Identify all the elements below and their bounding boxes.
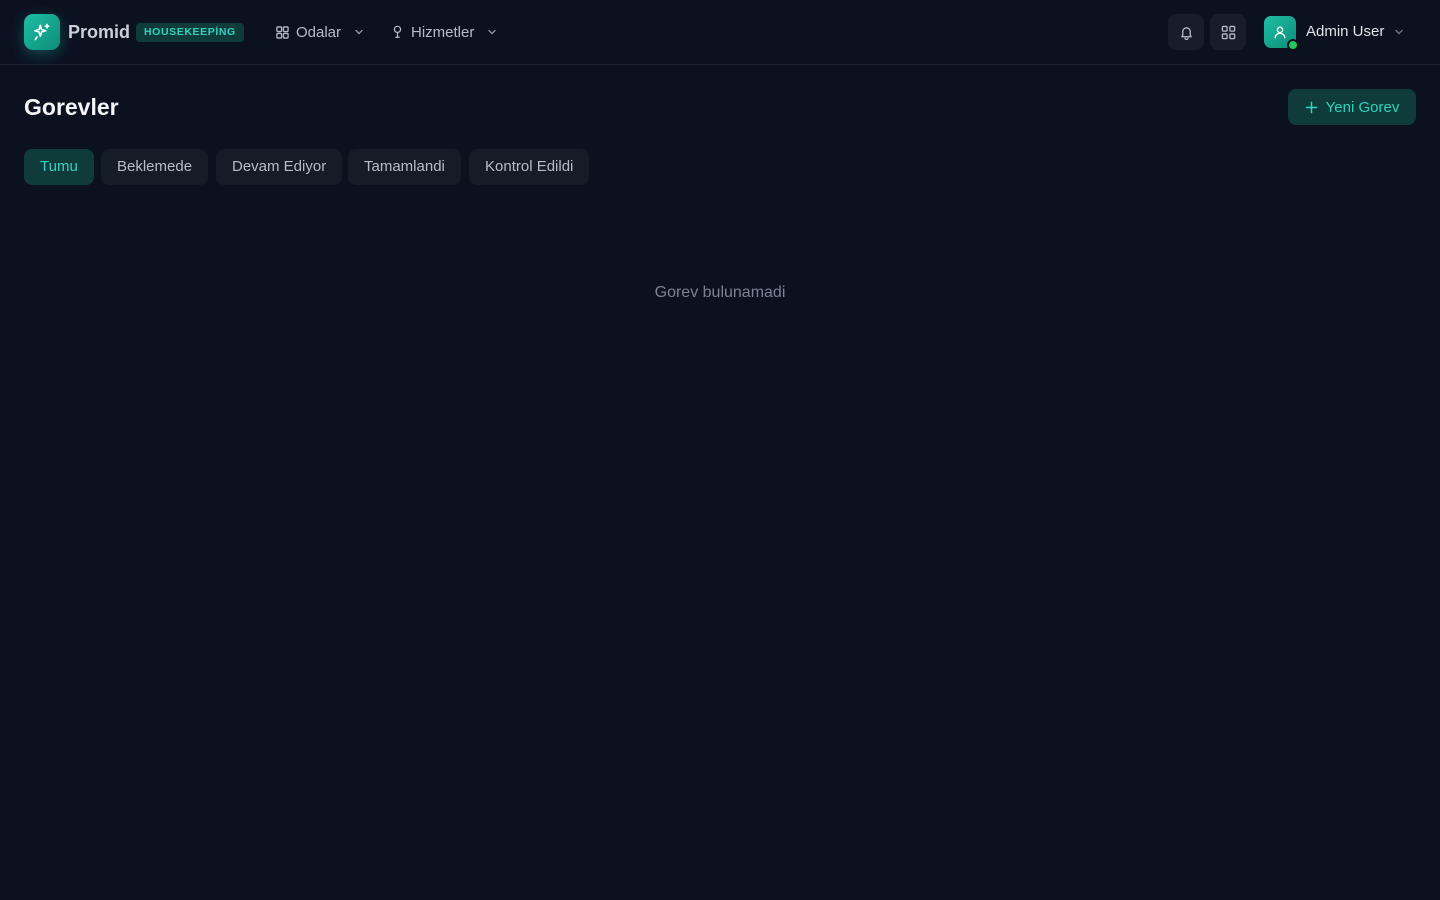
sparkle-icon [34,23,50,41]
notifications-button[interactable] [1168,14,1204,50]
apps-button[interactable] [1210,14,1246,50]
user-menu-name[interactable]: Admin User [1306,22,1384,42]
nav-rooms-dropdown[interactable]: Odalar [276,20,364,44]
grid-icon [276,25,289,39]
online-status-dot [1287,39,1299,51]
pin-icon [393,25,402,38]
new-task-button[interactable]: Yeni Gorev [1288,89,1416,125]
tab-completed[interactable]: Tamamlandi [348,149,461,185]
module-badge: HOUSEKEEPİNG [136,23,244,42]
top-navigation-bar: Promid HOUSEKEEPİNG Odalar Hizmetler Adm… [0,0,1440,65]
empty-state-message: Gorev bulunamadi [654,284,786,301]
nav-rooms-label: Odalar [296,23,342,41]
chevron-down-icon [488,29,497,35]
chevron-down-icon [355,29,363,35]
bell-icon [1180,26,1192,40]
tab-in-progress[interactable]: Devam Ediyor [216,149,343,185]
plus-icon [1305,101,1318,113]
chevron-down-icon[interactable] [1394,27,1404,37]
apps-grid-icon [1221,25,1235,39]
tab-pending[interactable]: Beklemede [101,149,209,185]
tab-inspected[interactable]: Kontrol Edildi [469,149,590,185]
new-task-label: Yeni Gorev [1325,98,1400,116]
tab-all[interactable]: Tumu [24,149,94,185]
page-title: Gorevler [24,94,119,120]
nav-services-dropdown[interactable]: Hizmetler [391,20,497,44]
brand-name: Promid [68,22,131,42]
user-icon [1274,26,1286,39]
app-logo[interactable] [24,14,60,50]
nav-services-label: Hizmetler [411,23,475,41]
